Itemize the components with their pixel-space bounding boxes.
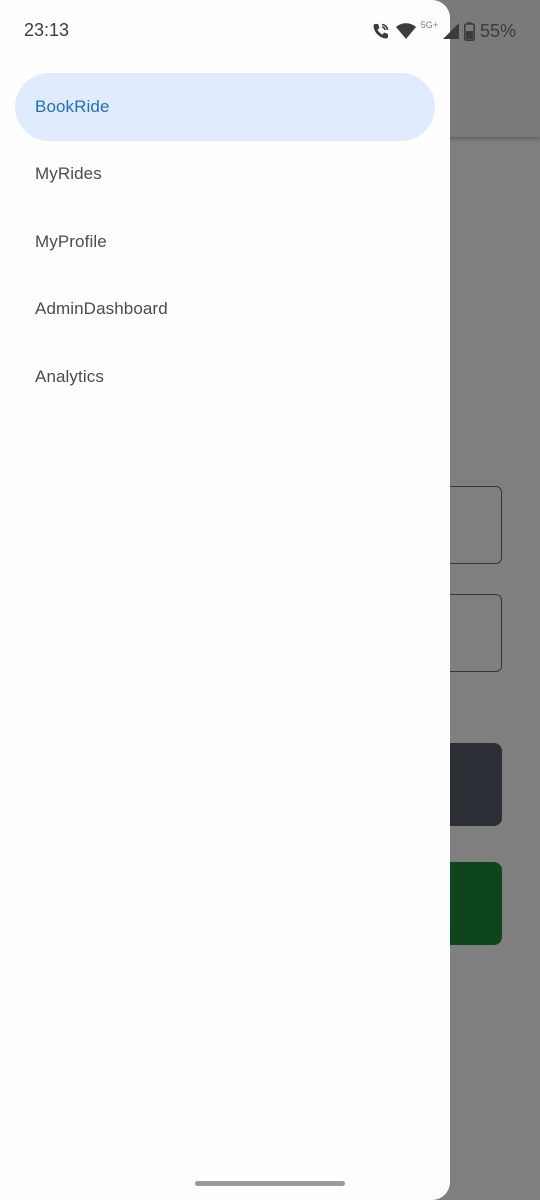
network-type-label: 5G+	[420, 20, 438, 30]
drawer-item-analytics[interactable]: Analytics	[15, 343, 435, 411]
drawer-item-label: Analytics	[35, 366, 104, 386]
status-icons: 5G+ 55%	[371, 19, 516, 43]
drawer-item-admin-dashboard[interactable]: AdminDashboard	[15, 276, 435, 344]
drawer-item-label: AdminDashboard	[35, 299, 168, 319]
wifi-calling-icon	[371, 21, 391, 41]
drawer-item-label: MyRides	[35, 164, 102, 184]
gesture-navigation-bar[interactable]	[195, 1181, 345, 1186]
battery-icon	[463, 21, 475, 41]
drawer-item-my-profile[interactable]: MyProfile	[15, 208, 435, 276]
drawer-menu: BookRide MyRides MyProfile AdminDashboar…	[15, 73, 435, 411]
navigation-drawer: BookRide MyRides MyProfile AdminDashboar…	[0, 0, 450, 1200]
wifi-icon	[395, 21, 417, 41]
battery-percentage: 55%	[479, 20, 516, 41]
drawer-item-book-ride[interactable]: BookRide	[15, 73, 435, 141]
status-bar: 23:13 5G+ 55%	[0, 0, 540, 62]
drawer-item-my-rides[interactable]: MyRides	[15, 141, 435, 209]
drawer-item-label: BookRide	[35, 96, 110, 116]
drawer-item-label: MyProfile	[35, 231, 107, 251]
signal-icon	[442, 22, 460, 40]
status-time: 23:13	[24, 20, 70, 40]
